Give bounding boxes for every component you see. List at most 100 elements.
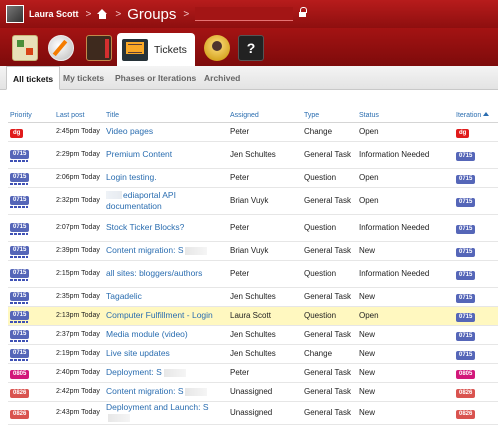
priority-badge[interactable]: 0715 [10, 311, 30, 320]
type-cell: General Task [302, 287, 357, 307]
ticket-title-link[interactable]: all sites: bloggers/authors [106, 268, 202, 278]
column-header-priority[interactable]: Priority [8, 104, 54, 123]
title-cell: Stock Ticker Blocks? [104, 214, 228, 242]
iteration-badge[interactable]: 0715 [456, 197, 476, 207]
table-row[interactable]: 0715 2:06pm Today Login testing. Peter Quest… [8, 168, 498, 188]
type-cell: General Task [302, 241, 357, 261]
ticket-title-link[interactable]: Media module (video) [106, 329, 188, 339]
progress-dots [10, 279, 28, 281]
iteration-badge[interactable]: 0715 [456, 247, 476, 257]
assigned-cell: Jen Schultes [228, 344, 302, 364]
help-icon[interactable]: ? [238, 35, 264, 61]
table-row[interactable]: 0826 2:42pm Today Content migration: S Unas… [8, 382, 498, 402]
priority-badge[interactable]: 0715 [10, 246, 30, 255]
column-header-assigned[interactable]: Assigned [228, 104, 302, 123]
ticket-title-link[interactable]: Stock Ticker Blocks? [106, 222, 184, 232]
assigned-cell: Peter [228, 214, 302, 242]
iteration-badge[interactable]: dg [456, 128, 470, 138]
last-post-cell: 2:43pm Today [54, 401, 104, 425]
progress-dots [10, 183, 28, 185]
progress-dots [10, 340, 28, 342]
subtab-my-tickets[interactable]: My tickets [63, 66, 104, 90]
priority-badge[interactable]: dg [10, 128, 24, 138]
last-post-cell: 2:45pm Today [54, 122, 104, 142]
column-header-iteration[interactable]: Iteration [454, 104, 498, 123]
subtab-phases[interactable]: Phases or Iterations [115, 66, 196, 90]
table-row[interactable]: 0715 2:15pm Today all sites: bloggers/auth… [8, 260, 498, 288]
avatar[interactable] [6, 5, 24, 23]
iteration-badge[interactable]: 0715 [456, 151, 476, 161]
priority-badge[interactable]: 0715 [10, 173, 30, 182]
title-cell: Tagadelic [104, 287, 228, 307]
table-row[interactable]: 0715 2:29pm Today Premium Content Jen Schul… [8, 141, 498, 169]
notebook-icon[interactable] [86, 35, 112, 61]
iteration-badge[interactable]: 0715 [456, 270, 476, 280]
priority-badge[interactable]: 0715 [10, 223, 30, 232]
table-row[interactable]: 0715 2:07pm Today Stock Ticker Blocks? Pete… [8, 214, 498, 242]
breadcrumb-field[interactable] [195, 7, 294, 21]
iteration-badge[interactable]: 0715 [456, 174, 476, 184]
column-header-title[interactable]: Title [104, 104, 228, 123]
column-header-type[interactable]: Type [302, 104, 357, 123]
home-icon[interactable] [97, 9, 108, 19]
priority-badge[interactable]: 0805 [10, 369, 30, 379]
priority-badge[interactable]: 0715 [10, 269, 30, 278]
last-post-cell: 2:19pm Today [54, 344, 104, 364]
iteration-badge[interactable]: 0826 [456, 409, 476, 419]
ticket-title-link[interactable]: Tagadelic [106, 291, 142, 301]
ticket-title-link[interactable]: Premium Content [106, 149, 172, 159]
dashboard-icon[interactable] [12, 35, 38, 61]
type-cell: General Task [302, 401, 357, 425]
priority-badge[interactable]: 0826 [10, 409, 30, 419]
iteration-badge[interactable]: 0715 [456, 293, 476, 303]
priority-badge[interactable]: 0826 [10, 388, 30, 398]
priority-badge[interactable]: 0715 [10, 292, 30, 301]
ticket-title-link[interactable]: Login testing. [106, 172, 157, 182]
chat-icon[interactable] [48, 35, 74, 61]
iteration-badge[interactable]: 0715 [456, 312, 476, 322]
iteration-badge[interactable]: 0715 [456, 350, 476, 360]
breadcrumb-separator: > [85, 8, 92, 20]
iteration-badge[interactable]: 0805 [456, 369, 476, 379]
table-row[interactable]: 0715 2:19pm Today Live site updates Jen Sch… [8, 344, 498, 364]
subtab-archived[interactable]: Archived [204, 66, 240, 90]
table-row[interactable]: 0826 2:43pm Today Deployment and Launch: S… [8, 401, 498, 425]
type-cell: Question [302, 168, 357, 188]
ticket-title-link[interactable]: Deployment: S [106, 367, 162, 377]
status-cell: New [357, 344, 454, 364]
column-header-status[interactable]: Status [357, 104, 454, 123]
column-header-last-post[interactable]: Last post [54, 104, 104, 123]
ticket-title-link[interactable]: Computer Fulfillment - Login [106, 310, 213, 320]
tab-tickets[interactable]: Tickets [117, 33, 195, 66]
title-cell: Content migration: S [104, 382, 228, 402]
ticket-title-link[interactable]: Live site updates [106, 348, 170, 358]
iteration-cell: dg [454, 122, 498, 142]
table-row[interactable]: 0805 2:40pm Today Deployment: S Peter Genera… [8, 363, 498, 383]
progress-dots [10, 233, 28, 235]
ticket-title-link[interactable]: Video pages [106, 126, 153, 136]
iteration-badge[interactable]: 0826 [456, 388, 476, 398]
table-row[interactable]: dg 2:45pm Today Video pages Peter Change Open… [8, 122, 498, 142]
table-row[interactable]: 0715 2:32pm Today ediaportal API documenta… [8, 187, 498, 215]
last-post-cell: 2:32pm Today [54, 187, 104, 215]
priority-badge[interactable]: 0715 [10, 150, 30, 159]
username[interactable]: Laura Scott [29, 9, 79, 19]
user-icon[interactable] [204, 35, 230, 61]
table-row[interactable]: 0715 2:37pm Today Media module (video) Jen … [8, 325, 498, 345]
iteration-badge[interactable]: 0715 [456, 331, 476, 341]
breadcrumb-title[interactable]: Groups [127, 6, 176, 23]
status-cell: New [357, 363, 454, 383]
table-row[interactable]: 0715 2:13pm Today Computer Fulfillment - L… [8, 306, 498, 326]
priority-badge[interactable]: 0715 [10, 330, 30, 339]
priority-badge[interactable]: 0715 [10, 196, 30, 205]
iteration-badge[interactable]: 0715 [456, 224, 476, 234]
table-row[interactable]: 0715 2:35pm Today Tagadelic Jen Schultes Gen… [8, 287, 498, 307]
priority-badge[interactable]: 0715 [10, 349, 30, 358]
ticket-title-link[interactable]: Deployment and Launch: S [106, 402, 209, 412]
ticket-title-link[interactable]: Content migration: S [106, 245, 183, 255]
iteration-cell: 0715 [454, 325, 498, 345]
subtab-all-tickets[interactable]: All tickets [6, 66, 61, 90]
table-row[interactable]: 0715 2:39pm Today Content migration: S Bria… [8, 241, 498, 261]
ticket-title-link[interactable]: Content migration: S [106, 386, 183, 396]
last-post-cell: 2:13pm Today [54, 306, 104, 326]
